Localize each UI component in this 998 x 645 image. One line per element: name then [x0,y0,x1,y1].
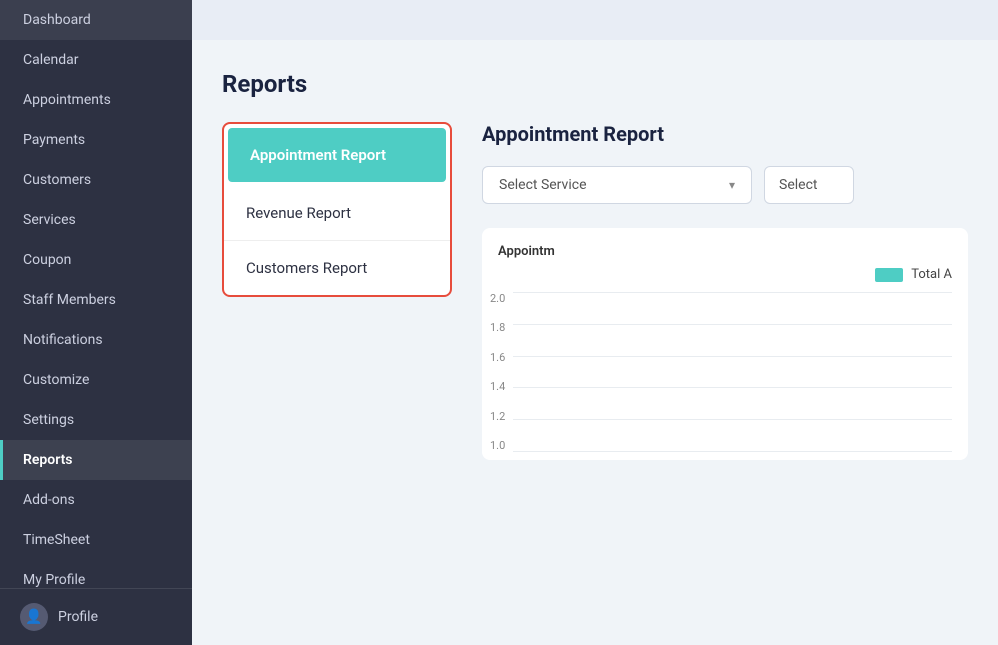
sidebar-item-services[interactable]: Services [0,200,192,240]
y-axis-label: 1.6 [490,351,505,364]
y-axis-label: 1.2 [490,410,505,423]
sidebar-footer[interactable]: 👤 Profile [0,588,192,645]
y-axis-label: 1.4 [490,380,505,393]
sidebar: DashboardCalendarAppointmentsPaymentsCus… [0,0,192,645]
report-menu-panel: Appointment ReportRevenue ReportCustomer… [222,122,452,297]
reports-layout: Appointment ReportRevenue ReportCustomer… [222,122,968,460]
chevron-down-icon: ▾ [729,178,735,192]
y-axis-label: 1.8 [490,321,505,334]
legend-label: Total A [911,267,952,282]
legend-color-box [875,268,903,282]
chart-legend: Total A [490,267,952,282]
report-menu-item-appointment-report[interactable]: Appointment Report [228,128,446,182]
grid-line [513,387,952,388]
select-service-label: Select Service [499,177,587,193]
sidebar-nav: DashboardCalendarAppointmentsPaymentsCus… [0,0,192,588]
select-button[interactable]: Select [764,166,854,204]
sidebar-item-payments[interactable]: Payments [0,120,192,160]
select-service-dropdown[interactable]: Select Service ▾ [482,166,752,204]
chart-y-axis: 2.0 1.8 1.6 1.4 1.2 1.0 [490,292,513,452]
chart-container: 2.0 1.8 1.6 1.4 1.2 1.0 [490,292,952,452]
sidebar-footer-label: Profile [58,609,98,625]
sidebar-item-my-profile[interactable]: My Profile [0,560,192,588]
sidebar-item-dashboard[interactable]: Dashboard [0,0,192,40]
sidebar-item-appointments[interactable]: Appointments [0,80,192,120]
chart-subtitle: Appointm [490,244,952,259]
sidebar-item-customize[interactable]: Customize [0,360,192,400]
grid-line [513,292,952,293]
grid-line [513,419,952,420]
sidebar-item-staff-members[interactable]: Staff Members [0,280,192,320]
sidebar-item-calendar[interactable]: Calendar [0,40,192,80]
report-menu-item-customers-report[interactable]: Customers Report [224,241,450,295]
sidebar-item-settings[interactable]: Settings [0,400,192,440]
page-title: Reports [222,70,968,98]
report-content-area: Appointment Report Select Service ▾ Sele… [482,122,968,460]
grid-line [513,356,952,357]
top-bar [192,0,998,40]
y-axis-label: 1.0 [490,439,505,452]
sidebar-item-reports[interactable]: Reports [0,440,192,480]
chart-grid [513,292,952,452]
profile-avatar: 👤 [20,603,48,631]
sidebar-item-notifications[interactable]: Notifications [0,320,192,360]
chart-section: Appointm Total A 2.0 1.8 1.6 1.4 1.2 1.0 [482,228,968,460]
sidebar-item-timesheet[interactable]: TimeSheet [0,520,192,560]
sidebar-item-coupon[interactable]: Coupon [0,240,192,280]
report-content-title: Appointment Report [482,122,968,146]
select-label: Select [779,177,817,193]
sidebar-item-add-ons[interactable]: Add-ons [0,480,192,520]
y-axis-label: 2.0 [490,292,505,305]
grid-line [513,451,952,452]
chart-bars-area [513,292,952,452]
grid-line [513,324,952,325]
main-content: Reports Appointment ReportRevenue Report… [192,0,998,645]
report-menu-item-revenue-report[interactable]: Revenue Report [224,186,450,241]
content-area: Reports Appointment ReportRevenue Report… [192,40,998,645]
sidebar-item-customers[interactable]: Customers [0,160,192,200]
filter-row: Select Service ▾ Select [482,166,968,204]
